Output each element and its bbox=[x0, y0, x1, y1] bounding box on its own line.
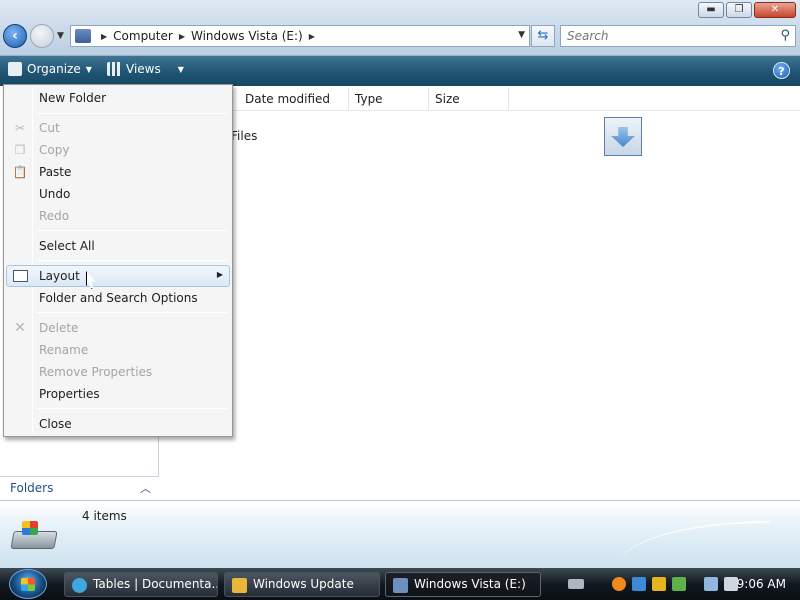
folder-icon bbox=[393, 578, 408, 593]
command-bar: Organize ▼ Views ▼ ? bbox=[0, 56, 800, 86]
breadcrumb-computer[interactable]: Computer bbox=[113, 29, 173, 43]
menu-separator bbox=[36, 230, 228, 231]
menu-item-remove-properties[interactable]: Remove Properties bbox=[6, 361, 230, 383]
address-dropdown-icon[interactable]: ▼ bbox=[518, 30, 525, 40]
menu-item-select-all[interactable]: Select All bbox=[6, 235, 230, 257]
details-pane: 4 items bbox=[0, 500, 800, 568]
network-icon[interactable] bbox=[632, 577, 646, 591]
system-tray bbox=[568, 572, 738, 596]
layout-icon bbox=[13, 270, 28, 282]
start-button[interactable] bbox=[9, 569, 47, 599]
delete-x-icon: ✕ bbox=[14, 320, 26, 336]
list-item[interactable]: Files bbox=[231, 129, 257, 143]
column-header-type[interactable]: Type bbox=[349, 88, 429, 110]
taskbar-item-label: Tables | Documenta... bbox=[93, 577, 218, 591]
update-tray-icon[interactable] bbox=[672, 577, 686, 591]
menu-item-paste[interactable]: 📋 Paste bbox=[6, 161, 230, 183]
menu-item-layout[interactable]: Layout ▶ bbox=[6, 265, 230, 287]
folders-label: Folders bbox=[10, 481, 54, 495]
column-header-size[interactable]: Size bbox=[429, 88, 509, 110]
search-icon[interactable]: ⚲ bbox=[780, 28, 790, 43]
views-label: Views bbox=[126, 62, 161, 76]
menu-item-undo[interactable]: Undo bbox=[6, 183, 230, 205]
window-titlebar: ▬ ❐ ✕ ‹ ▼ ▶ Computer ▶ Windows Vista (E:… bbox=[0, 0, 800, 56]
taskbar-item-label: Windows Update bbox=[253, 577, 354, 591]
display-icon[interactable] bbox=[704, 577, 718, 591]
menu-separator bbox=[36, 113, 228, 114]
views-button[interactable]: Views ▼ bbox=[107, 62, 184, 76]
windows-logo-icon bbox=[21, 578, 35, 591]
taskbar-item-tables-documentation[interactable]: Tables | Documenta... bbox=[64, 572, 218, 597]
menu-item-properties[interactable]: Properties bbox=[6, 383, 230, 405]
organize-icon bbox=[8, 62, 22, 76]
menu-item-folder-and-search-options[interactable]: Folder and Search Options bbox=[6, 287, 230, 309]
menu-separator bbox=[36, 260, 228, 261]
organize-menu: New Folder ✂ Cut ❐ Copy 📋 Paste Undo Red… bbox=[3, 84, 233, 437]
maximize-button[interactable]: ❐ bbox=[726, 2, 752, 18]
help-icon[interactable]: ? bbox=[773, 62, 790, 79]
window-controls: ▬ ❐ ✕ bbox=[698, 2, 796, 18]
header-divider bbox=[159, 110, 800, 111]
taskbar-item-windows-vista-e[interactable]: Windows Vista (E:) bbox=[385, 572, 541, 597]
search-input[interactable] bbox=[561, 26, 761, 46]
file-list-pane: Date modified Type Size Files bbox=[159, 86, 800, 500]
scissors-icon: ✂ bbox=[14, 121, 26, 135]
security-icon[interactable] bbox=[652, 577, 666, 591]
menu-item-new-folder[interactable]: New Folder bbox=[6, 87, 230, 109]
taskbar-item-label: Windows Vista (E:) bbox=[414, 577, 526, 591]
minimize-button[interactable]: ▬ bbox=[698, 2, 724, 18]
breadcrumb-separator-icon[interactable]: ▶ bbox=[309, 32, 315, 41]
windows-update-icon bbox=[232, 578, 247, 593]
menu-item-copy[interactable]: ❐ Copy bbox=[6, 139, 230, 161]
copy-icon: ❐ bbox=[14, 143, 26, 157]
submenu-arrow-icon: ▶ bbox=[216, 270, 223, 279]
forward-button[interactable] bbox=[30, 24, 54, 48]
menu-item-cut[interactable]: ✂ Cut bbox=[6, 117, 230, 139]
download-arrow-icon[interactable] bbox=[604, 117, 642, 156]
chevron-down-icon[interactable]: ▼ bbox=[178, 65, 184, 74]
items-count: 4 items bbox=[82, 509, 127, 523]
menu-item-redo[interactable]: Redo bbox=[6, 205, 230, 227]
decorative-swoosh bbox=[620, 521, 770, 565]
chevron-up-icon: ︿ bbox=[140, 482, 151, 495]
keyboard-icon[interactable] bbox=[568, 579, 584, 589]
taskbar: Tables | Documenta... Windows Update Win… bbox=[0, 568, 800, 600]
address-bar[interactable]: ▶ Computer ▶ Windows Vista (E:) ▶ ▼ bbox=[70, 25, 530, 47]
browser-icon bbox=[72, 578, 87, 593]
drive-icon bbox=[10, 521, 58, 553]
recent-pages-dropdown-icon[interactable]: ▼ bbox=[57, 31, 64, 41]
breadcrumb-windows-vista-e[interactable]: Windows Vista (E:) bbox=[191, 29, 303, 43]
clock[interactable]: 9:06 AM bbox=[737, 577, 786, 591]
chevron-down-icon: ▼ bbox=[85, 64, 92, 74]
breadcrumb-separator-icon[interactable]: ▶ bbox=[101, 32, 107, 41]
taskbar-item-windows-update[interactable]: Windows Update bbox=[224, 572, 380, 597]
folders-toggle[interactable]: Folders ︿ bbox=[0, 476, 159, 500]
refresh-button[interactable]: ⇆ bbox=[531, 25, 555, 47]
close-button[interactable]: ✕ bbox=[754, 2, 796, 18]
back-button[interactable]: ‹ bbox=[3, 24, 27, 48]
search-box[interactable]: ⚲ bbox=[560, 25, 796, 47]
views-icon bbox=[107, 62, 121, 76]
menu-item-delete[interactable]: ✕ Delete bbox=[6, 317, 230, 339]
organize-label: Organize bbox=[27, 62, 81, 76]
menu-item-rename[interactable]: Rename bbox=[6, 339, 230, 361]
organize-button[interactable]: Organize ▼ bbox=[8, 62, 92, 76]
menu-separator bbox=[36, 312, 228, 313]
computer-icon bbox=[75, 29, 91, 43]
menu-separator bbox=[36, 408, 228, 409]
column-header-date-modified[interactable]: Date modified bbox=[239, 88, 349, 110]
breadcrumb-separator-icon[interactable]: ▶ bbox=[179, 32, 185, 41]
search-tray-icon[interactable] bbox=[612, 577, 626, 591]
menu-item-close[interactable]: Close bbox=[6, 413, 230, 435]
clipboard-icon: 📋 bbox=[12, 165, 28, 179]
